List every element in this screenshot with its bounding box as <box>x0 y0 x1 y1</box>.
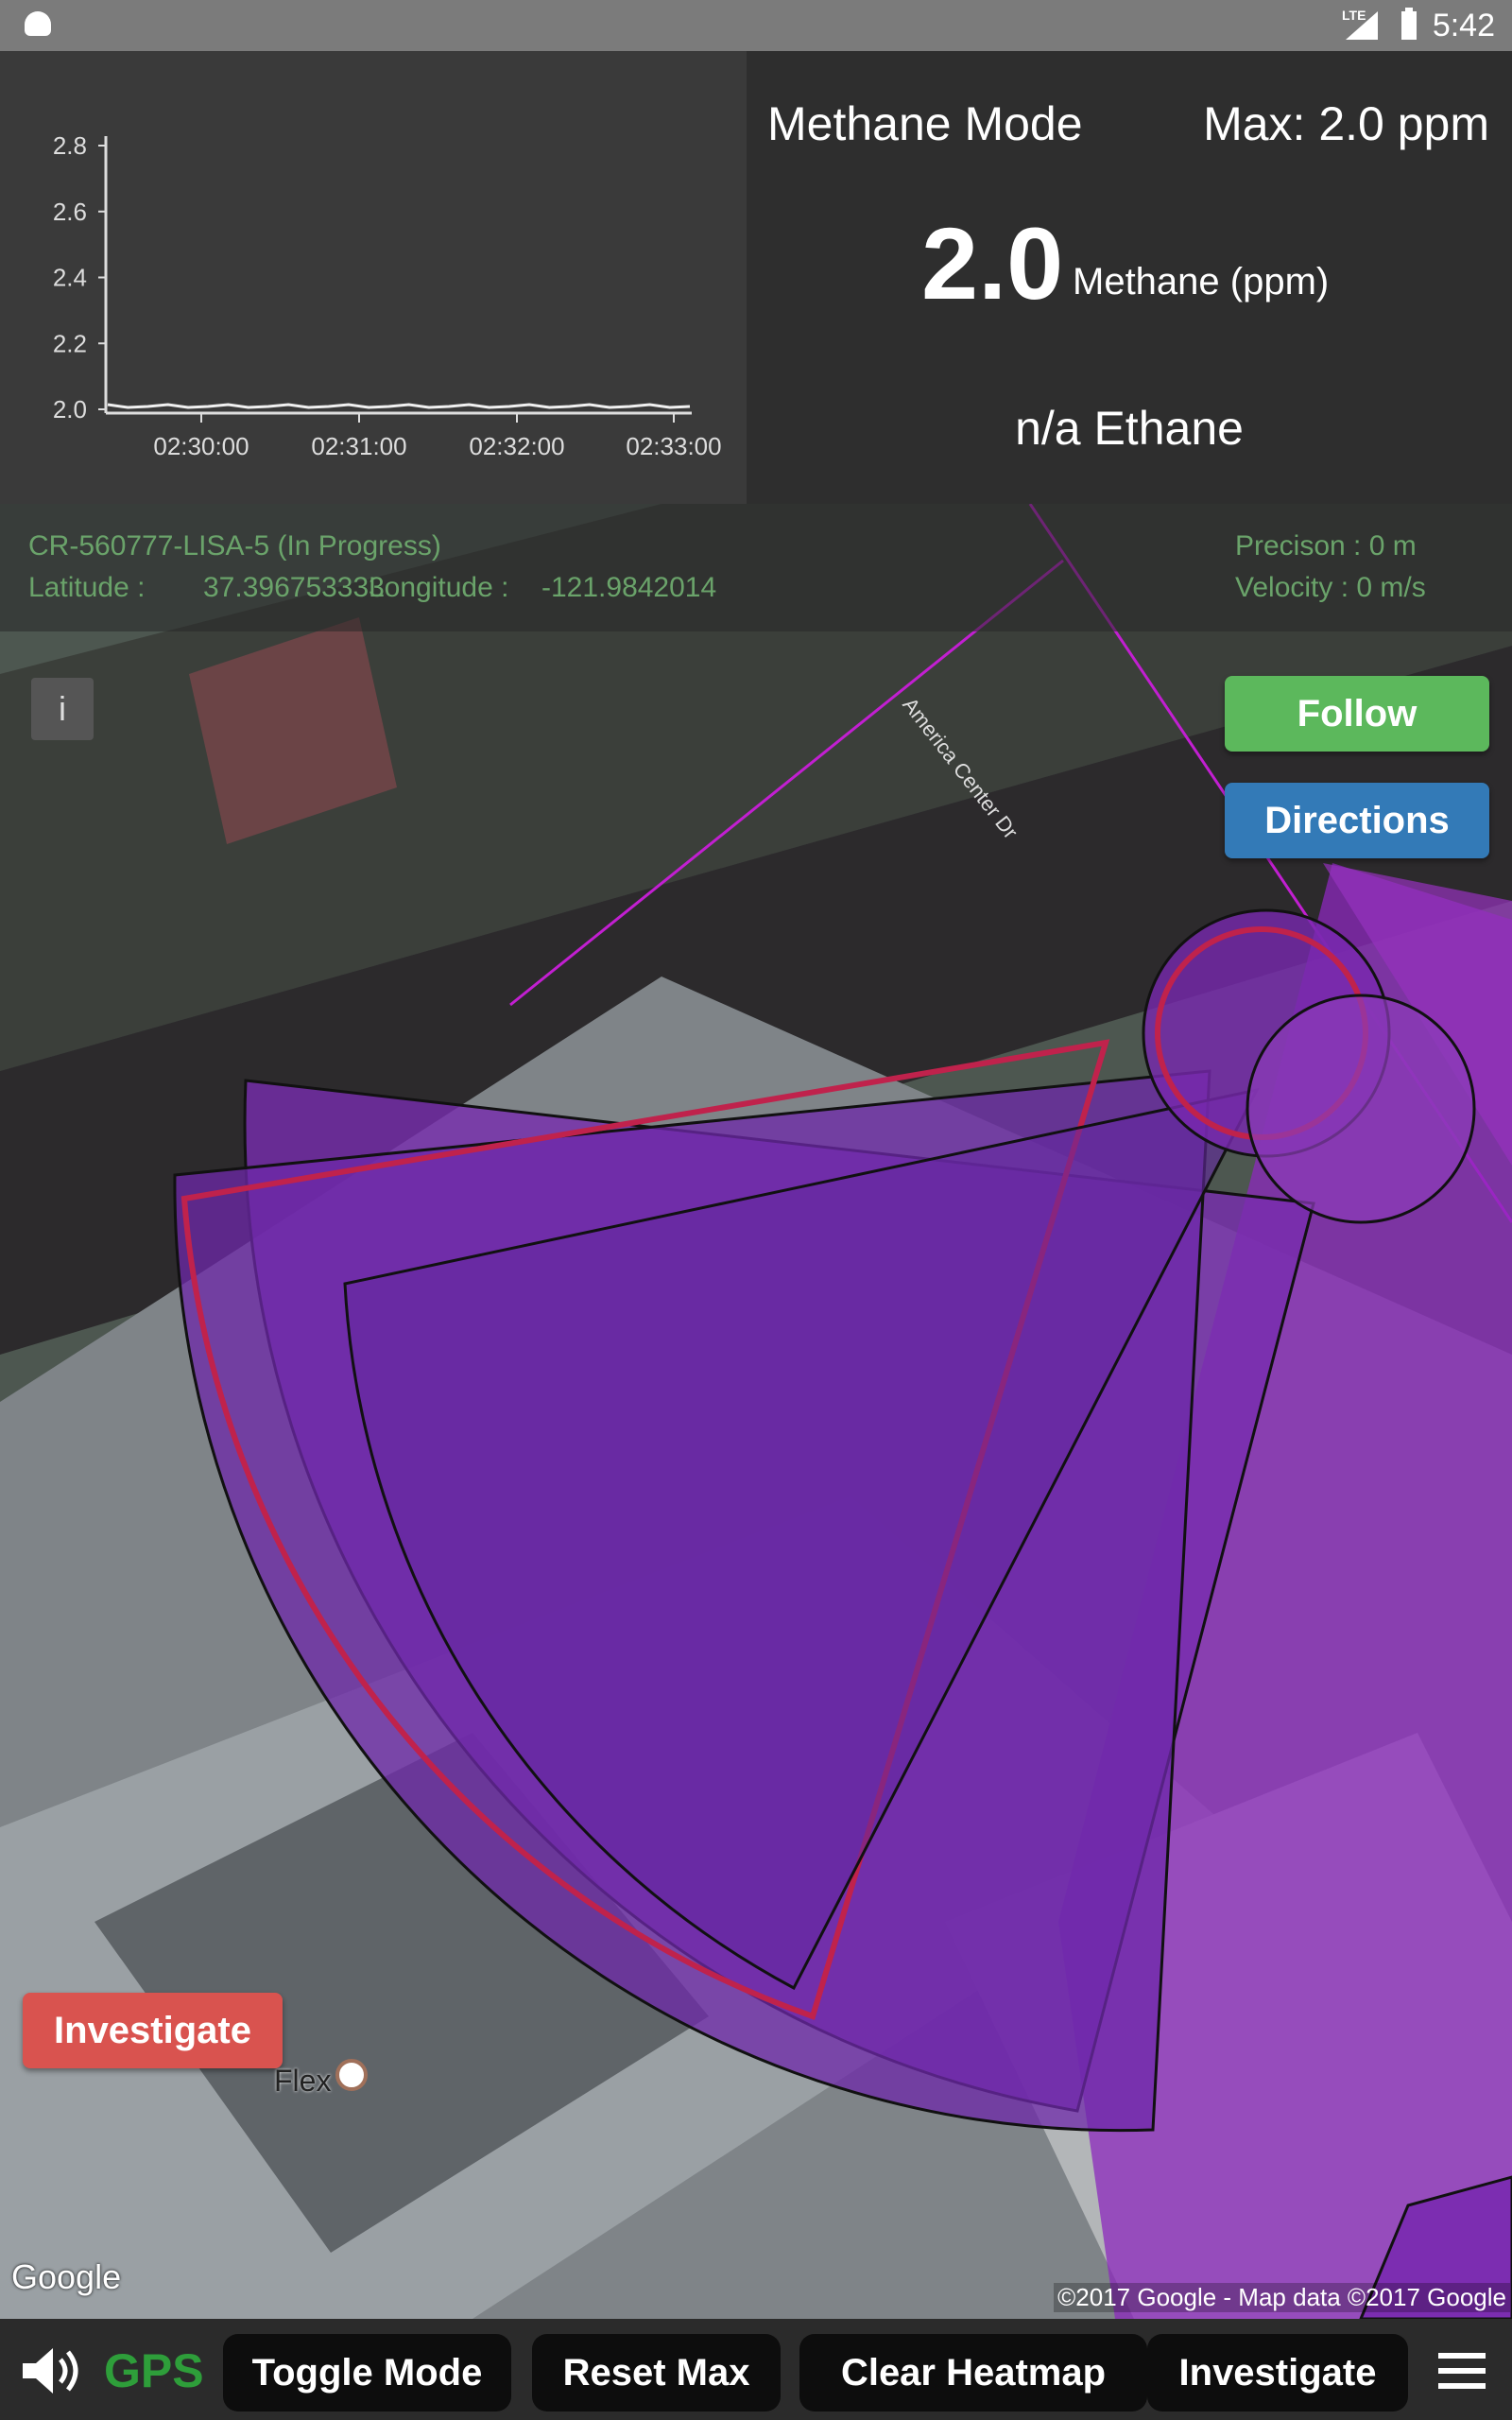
methane-unit: Methane (ppm) <box>1073 261 1330 302</box>
battery-icon <box>1401 8 1417 40</box>
android-icon <box>25 11 51 36</box>
ethane-reading: n/a Ethane <box>1015 402 1244 455</box>
follow-button[interactable]: Follow <box>1225 676 1489 752</box>
status-time: 5:42 <box>1432 8 1495 43</box>
longitude-label: Longitude : <box>369 572 509 603</box>
info-icon[interactable]: i <box>31 678 94 740</box>
y-tick-label: 2.4 <box>53 264 87 292</box>
methane-value: 2.0 <box>921 206 1064 320</box>
job-label: CR-560777-LISA-5 (In Progress) <box>28 530 441 562</box>
series-line <box>107 403 691 409</box>
velocity-label: Velocity : 0 m/s <box>1235 572 1426 603</box>
chart-svg: 2.0 2.2 2.4 2.6 2.8 02:30:00 02:31:00 02:32:00 0… <box>53 131 722 460</box>
clear-heatmap-button[interactable]: Clear Heatmap <box>799 2334 1147 2411</box>
latitude-value: 37.396753333 <box>203 572 385 603</box>
volume-icon[interactable] <box>19 2342 87 2399</box>
status-bar: LTE 5:42 <box>0 0 1512 51</box>
reset-max-button[interactable]: Reset Max <box>532 2334 781 2411</box>
y-tick-label: 2.8 <box>53 131 87 160</box>
longitude-value: -121.9842014 <box>541 572 717 603</box>
x-tick-label: 02:32:00 <box>469 432 564 460</box>
map-view[interactable]: CR-560777-LISA-5 (In Progress) Latitude … <box>0 504 1512 2319</box>
x-tick-label: 02:31:00 <box>311 432 406 460</box>
x-tick-label: 02:30:00 <box>153 432 249 460</box>
poi-pin-icon[interactable] <box>335 2059 368 2091</box>
gps-status: GPS <box>104 2344 204 2397</box>
mode-title: Methane Mode <box>767 97 1083 150</box>
poi-label: Flex <box>274 2064 332 2098</box>
bottom-toolbar: GPS Toggle Mode Reset Max Clear Heatmap … <box>0 2319 1512 2420</box>
directions-button[interactable]: Directions <box>1225 783 1489 858</box>
y-tick-label: 2.2 <box>53 329 87 357</box>
latitude-label: Latitude : <box>28 572 146 603</box>
max-reading: Max: 2.0 ppm <box>1203 97 1489 150</box>
investigate-button[interactable]: Investigate <box>1147 2334 1408 2411</box>
map-copyright: ©2017 Google - Map data ©2017 Google <box>1054 2283 1510 2312</box>
reading-panel: Methane Mode Max: 2.0 ppm 2.0 Methane (p… <box>747 51 1512 504</box>
methane-chart: 2.0 2.2 2.4 2.6 2.8 02:30:00 02:31:00 02:32:00 0… <box>0 51 747 504</box>
x-tick-label: 02:33:00 <box>626 432 721 460</box>
y-tick-label: 2.0 <box>53 395 87 424</box>
menu-icon[interactable] <box>1436 2349 1487 2393</box>
precision-label: Precison : 0 m <box>1235 530 1417 562</box>
y-tick-label: 2.6 <box>53 198 87 226</box>
location-info: CR-560777-LISA-5 (In Progress) Latitude … <box>0 504 1512 631</box>
google-logo: Google <box>11 2257 122 2296</box>
map-investigate-button[interactable]: Investigate <box>23 1993 283 2068</box>
signal-icon <box>1346 11 1378 40</box>
toggle-mode-button[interactable]: Toggle Mode <box>223 2334 511 2411</box>
